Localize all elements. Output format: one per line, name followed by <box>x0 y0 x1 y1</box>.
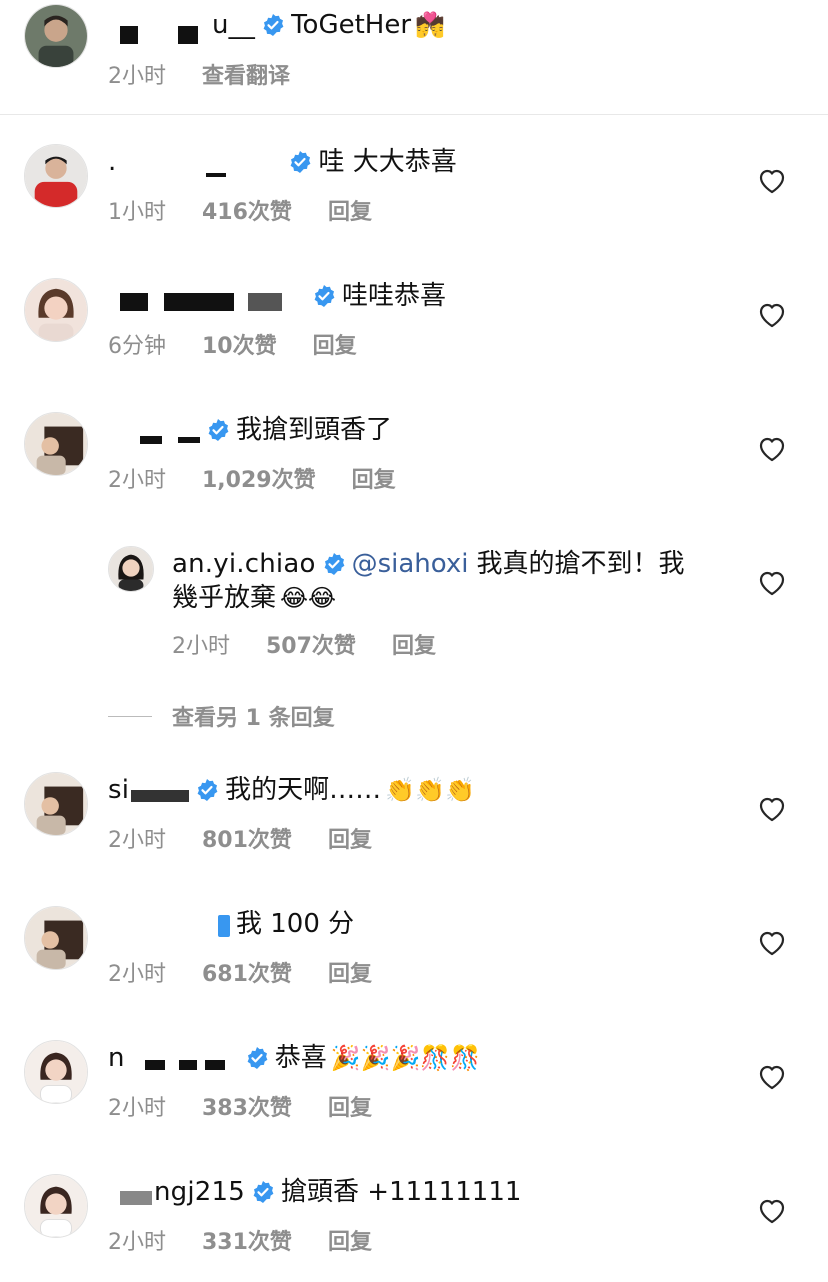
heart-icon[interactable] <box>758 436 786 462</box>
comment-text: 恭喜 <box>274 1043 327 1073</box>
comment-time: 2小时 <box>172 634 230 659</box>
heart-icon[interactable] <box>758 168 786 194</box>
avatar[interactable] <box>24 144 88 208</box>
party-emoji: 🎉🎉🎉🎊🎊 <box>330 1044 481 1072</box>
redacted-username <box>178 1060 197 1070</box>
likes-count[interactable]: 801次赞 <box>202 822 292 854</box>
verified-badge-icon <box>245 1046 269 1070</box>
reply-button[interactable]: 回复 <box>352 462 396 494</box>
reply-button[interactable]: 回复 <box>328 1090 372 1122</box>
heart-icon[interactable] <box>758 1198 786 1224</box>
laughing-emoji: 😂😂 <box>280 584 337 612</box>
redacted-username <box>144 1060 165 1070</box>
comment-time: 2小时 <box>108 64 166 89</box>
redacted-username <box>164 293 234 311</box>
avatar[interactable] <box>24 772 88 836</box>
verified-badge-icon <box>312 284 336 308</box>
comment-text: 我的天啊…… <box>225 775 382 805</box>
verified-badge-icon <box>251 1180 275 1204</box>
reply-button[interactable]: 回复 <box>328 822 372 854</box>
redacted-username <box>178 437 200 443</box>
divider <box>108 715 152 717</box>
view-more-replies-button[interactable]: 查看另 1 条回复 <box>108 700 335 732</box>
verified-badge-icon <box>322 552 346 576</box>
redacted-username <box>218 915 230 937</box>
redacted-username <box>178 26 198 44</box>
reply-button[interactable]: 回复 <box>328 194 372 226</box>
redacted-username <box>120 26 138 44</box>
redacted-username <box>204 1060 225 1070</box>
avatar[interactable] <box>24 278 88 342</box>
comment-time: 2小时 <box>108 1230 166 1255</box>
likes-count[interactable]: 383次赞 <box>202 1090 292 1122</box>
reply-button[interactable]: 回复 <box>313 328 357 360</box>
redacted-username <box>248 293 282 311</box>
reply-button[interactable]: 回复 <box>392 628 436 660</box>
reply-button[interactable]: 回复 <box>328 956 372 988</box>
avatar[interactable] <box>108 546 154 592</box>
reply-button[interactable]: 回复 <box>328 1224 372 1256</box>
divider <box>0 114 828 115</box>
likes-count[interactable]: 331次赞 <box>202 1224 292 1256</box>
comment-text: 我真的搶不到！我 <box>476 549 685 579</box>
likes-count[interactable]: 10次赞 <box>202 328 277 360</box>
likes-count[interactable]: 507次赞 <box>266 628 356 660</box>
comment-time: 1小时 <box>108 200 166 225</box>
verified-badge-icon <box>288 150 312 174</box>
username[interactable]: . <box>108 144 116 180</box>
username[interactable]: n <box>108 1040 125 1076</box>
comment-text: ToGetHer <box>291 10 412 40</box>
heart-icon[interactable] <box>758 302 786 328</box>
redacted-username <box>206 173 227 177</box>
avatar[interactable] <box>24 1040 88 1104</box>
heart-icon[interactable] <box>758 1064 786 1090</box>
username[interactable]: u__ <box>212 7 255 43</box>
likes-count[interactable]: 681次赞 <box>202 956 292 988</box>
comment-text: 哇 大大恭喜 <box>318 147 457 177</box>
mention-link[interactable]: @siahoxi <box>352 546 469 582</box>
avatar[interactable] <box>24 4 88 68</box>
clapping-emoji: 👏👏👏 <box>385 776 475 804</box>
comment-text-continued: 幾乎放棄 <box>172 583 277 613</box>
verified-badge-icon <box>195 778 219 802</box>
likes-count[interactable]: 1,029次赞 <box>202 462 316 494</box>
redacted-username <box>131 790 190 802</box>
username[interactable]: ngj215 <box>154 1174 245 1210</box>
avatar[interactable] <box>24 906 88 970</box>
avatar[interactable] <box>24 412 88 476</box>
avatar[interactable] <box>24 1174 88 1238</box>
comment-time: 2小时 <box>108 962 166 987</box>
comment-text: 搶頭香 +11111111 <box>281 1177 522 1207</box>
comment-text: 我搶到頭香了 <box>236 415 393 445</box>
comment-time: 6分钟 <box>108 334 166 359</box>
username[interactable]: an.yi.chiao <box>172 546 316 582</box>
translate-button[interactable]: 查看翻译 <box>202 58 290 90</box>
comment-text: 哇哇恭喜 <box>342 281 447 311</box>
redacted-username <box>140 436 162 444</box>
verified-badge-icon <box>261 13 285 37</box>
kiss-emoji: 💏 <box>415 11 445 39</box>
verified-badge-icon <box>206 418 230 442</box>
comment-time: 2小时 <box>108 1096 166 1121</box>
redacted-username <box>120 293 148 311</box>
username[interactable]: si <box>108 772 129 808</box>
comment-time: 2小时 <box>108 468 166 493</box>
redacted-username <box>120 1191 152 1205</box>
heart-icon[interactable] <box>758 796 786 822</box>
comment-time: 2小时 <box>108 828 166 853</box>
heart-icon[interactable] <box>758 570 786 596</box>
likes-count[interactable]: 416次赞 <box>202 194 292 226</box>
comment-text: 我 100 分 <box>236 909 355 939</box>
heart-icon[interactable] <box>758 930 786 956</box>
view-more-replies-label: 查看另 1 条回复 <box>172 706 335 731</box>
